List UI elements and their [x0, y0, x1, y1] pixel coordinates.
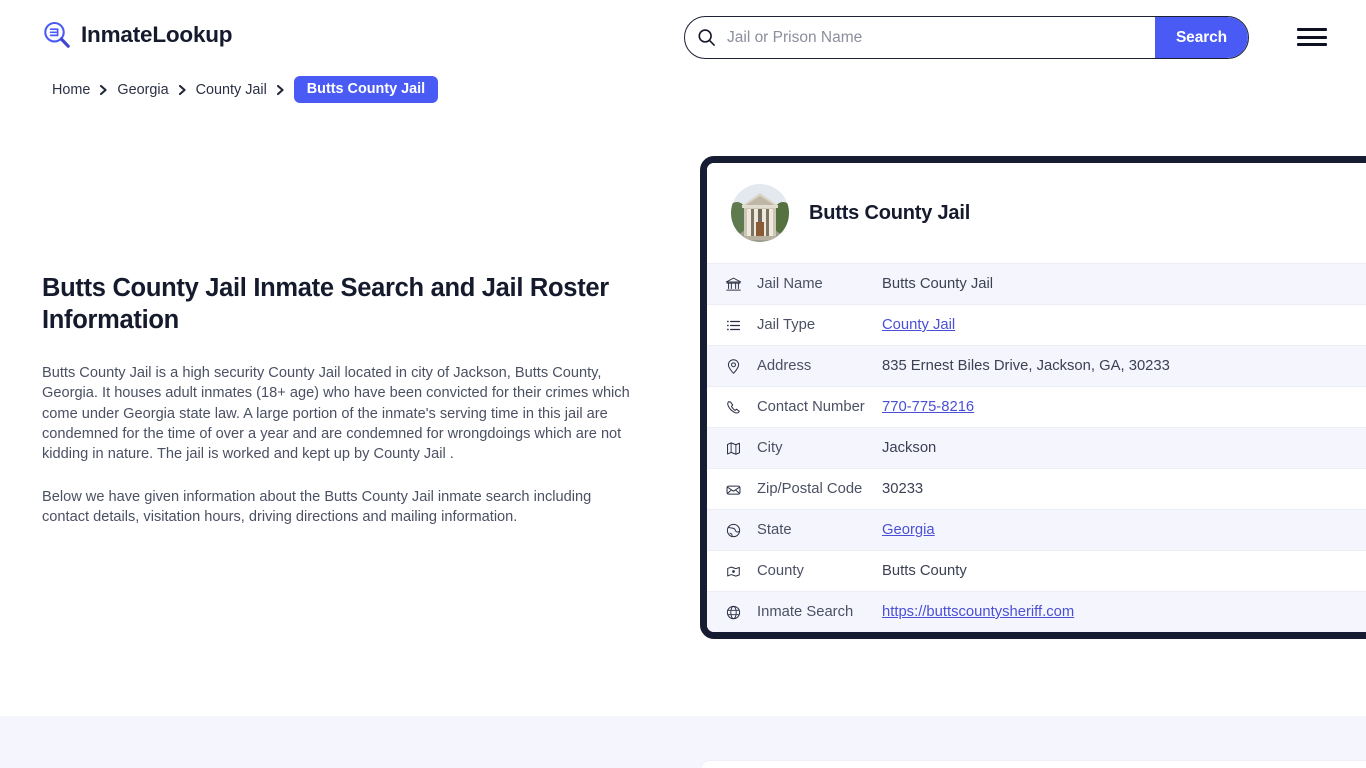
- breadcrumb-item-county-jail[interactable]: County Jail: [196, 82, 267, 98]
- table-row: Jail Type County Jail: [707, 304, 1366, 345]
- search-icon: [685, 28, 727, 47]
- search-input[interactable]: [727, 17, 1155, 58]
- county-icon: [725, 563, 757, 580]
- phone-icon: [725, 399, 757, 416]
- chevron-right-icon: [99, 84, 108, 96]
- row-value: 835 Ernest Biles Drive, Jackson, GA, 302…: [882, 358, 1170, 374]
- table-row: Jail Name Butts County Jail: [707, 263, 1366, 304]
- table-row: City Jackson: [707, 427, 1366, 468]
- row-label: Address: [757, 358, 812, 374]
- row-label: Jail Name: [757, 276, 823, 292]
- row-value-link[interactable]: 770-775-8216: [882, 399, 974, 415]
- row-label: Inmate Search: [757, 604, 854, 620]
- map-icon: [725, 440, 757, 457]
- hamburger-bar: [1297, 35, 1327, 39]
- envelope-icon: [725, 481, 757, 498]
- row-label: Contact Number: [757, 399, 865, 415]
- hamburger-bar: [1297, 43, 1327, 46]
- globe-state-icon: [725, 522, 757, 539]
- list-icon: [725, 317, 757, 334]
- row-value: Butts County Jail: [882, 276, 994, 292]
- web-icon: [725, 604, 757, 621]
- table-row: Inmate Search https://buttscountysheriff…: [707, 591, 1366, 632]
- table-row: Contact Number 770-775-8216: [707, 386, 1366, 427]
- chevron-right-icon: [178, 84, 187, 96]
- search-bar[interactable]: Search: [684, 16, 1249, 59]
- row-label: Zip/Postal Code: [757, 481, 863, 497]
- breadcrumb-item-current[interactable]: Butts County Jail: [293, 76, 439, 103]
- card-title: Butts County Jail: [809, 201, 971, 224]
- page-title: Butts County Jail Inmate Search and Jail…: [42, 274, 609, 335]
- breadcrumb: Home Georgia County Jail Butts County Ja…: [52, 76, 439, 103]
- courthouse-photo: [731, 184, 789, 242]
- table-row: State Georgia: [707, 509, 1366, 550]
- row-value: Jackson: [882, 440, 937, 456]
- breadcrumb-item-home[interactable]: Home: [52, 82, 90, 98]
- hamburger-menu-icon[interactable]: [1297, 25, 1327, 49]
- row-value-link[interactable]: https://buttscountysheriff.com: [882, 604, 1074, 620]
- bottom-card-peek: [700, 760, 1366, 768]
- row-value: Butts County: [882, 563, 967, 579]
- description-paragraph-2: Below we have given information about th…: [42, 488, 592, 526]
- site-header: InmateLookup Search: [0, 0, 1366, 75]
- card-header: Butts County Jail: [707, 163, 1366, 263]
- table-row: Address 835 Ernest Biles Drive, Jackson,…: [707, 345, 1366, 386]
- row-value-link[interactable]: County Jail: [882, 317, 955, 333]
- hamburger-bar: [1297, 28, 1327, 31]
- row-value: 30233: [882, 481, 924, 497]
- brand-logo[interactable]: InmateLookup: [42, 20, 233, 50]
- breadcrumb-item-georgia[interactable]: Georgia: [117, 82, 168, 98]
- row-label: City: [757, 440, 783, 456]
- magnifier-list-icon: [42, 20, 72, 50]
- row-value-link[interactable]: Georgia: [882, 522, 935, 538]
- brand-name: InmateLookup: [81, 22, 233, 47]
- table-row: County Butts County: [707, 550, 1366, 591]
- bank-icon: [725, 276, 757, 293]
- main-content-column: Butts County Jail Inmate Search and Jail…: [42, 272, 642, 550]
- chevron-right-icon: [276, 84, 285, 96]
- row-label: County: [757, 563, 804, 579]
- row-label: State: [757, 522, 792, 538]
- row-label: Jail Type: [757, 317, 816, 333]
- map-pin-icon: [725, 358, 757, 375]
- table-row: Zip/Postal Code 30233: [707, 468, 1366, 509]
- search-button[interactable]: Search: [1155, 17, 1248, 58]
- description-paragraph-1: Butts County Jail is a high security Cou…: [42, 364, 630, 463]
- jail-info-card: Butts County Jail Jail Name Butts County…: [700, 156, 1366, 639]
